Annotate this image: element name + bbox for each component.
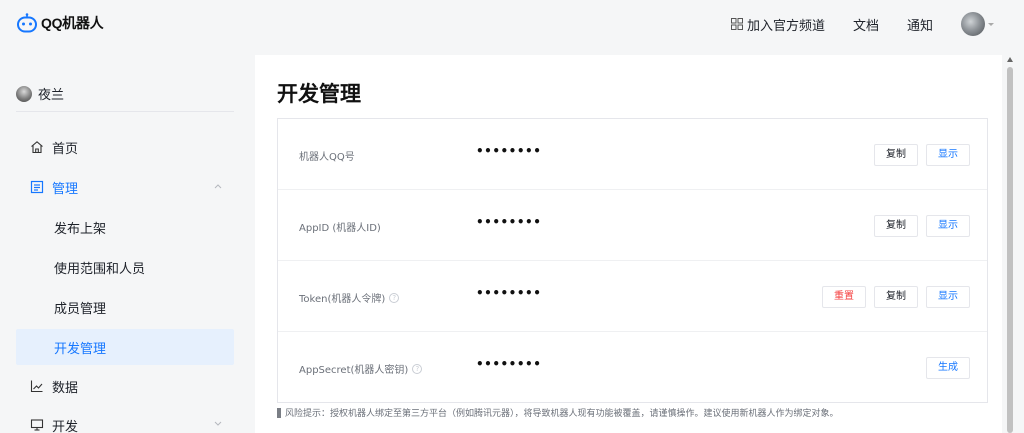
copy-button[interactable]: 复制 bbox=[874, 286, 918, 308]
sidebar-item-label: 使用范围和人员 bbox=[54, 261, 146, 277]
sidebar-item-label: 发布上架 bbox=[54, 221, 107, 237]
generate-button[interactable]: 生成 bbox=[926, 357, 970, 379]
credential-label-text: AppID (机器人ID) bbox=[299, 223, 381, 234]
help-icon[interactable]: ? bbox=[412, 363, 423, 374]
page-title: 开发管理 bbox=[277, 82, 361, 106]
copy-button[interactable]: 复制 bbox=[874, 215, 918, 237]
chevron-up-icon bbox=[214, 184, 222, 189]
chart-icon bbox=[30, 380, 43, 393]
row-actions: 生成 bbox=[918, 357, 970, 379]
join-channel-link[interactable]: 加入官方频道 bbox=[730, 15, 825, 34]
reset-button[interactable]: 重置 bbox=[822, 286, 866, 308]
show-button[interactable]: 显示 bbox=[926, 215, 970, 237]
credential-label-text: 机器人QQ号 bbox=[299, 152, 355, 163]
manage-icon bbox=[30, 180, 44, 194]
credential-row-appsecret: AppSecret(机器人密钥) ? •••••••• 生成 bbox=[278, 332, 987, 403]
home-icon bbox=[31, 141, 43, 154]
divider bbox=[16, 111, 234, 112]
sidebar-item-dev-manage[interactable]: 开发管理 bbox=[16, 329, 234, 365]
credential-value-masked: •••••••• bbox=[476, 357, 542, 371]
risk-notice: 风险提示：授权机器人绑定至第三方平台（例如腾讯元器），将导致机器人现有功能被覆盖… bbox=[277, 406, 839, 419]
warning-bar bbox=[277, 407, 281, 418]
sidebar-item-label: 成员管理 bbox=[54, 301, 107, 317]
credential-row-appid: AppID (机器人ID) •••••••• 复制 显示 bbox=[278, 190, 987, 261]
sidebar-item-develop[interactable]: 开发 bbox=[16, 407, 234, 433]
app-logo[interactable]: QQ机器人 bbox=[16, 13, 104, 33]
notifications-link[interactable]: 通知 bbox=[907, 15, 933, 34]
sidebar-item-data[interactable]: 数据 bbox=[16, 368, 234, 404]
row-actions: 复制 显示 bbox=[866, 144, 970, 166]
credential-row-qq: 机器人QQ号 •••••••• 复制 显示 bbox=[278, 119, 987, 190]
user-avatar-menu[interactable] bbox=[961, 12, 985, 36]
credential-label-text: AppSecret(机器人密钥) bbox=[299, 365, 409, 376]
sidebar: 夜兰 首页 管理 发布上架 使用范围和人员 成员管理 开发管理 数据 开发 bbox=[0, 50, 250, 433]
credential-label: Token(机器人令牌) ? bbox=[299, 290, 400, 305]
show-button[interactable]: 显示 bbox=[926, 286, 970, 308]
sidebar-item-home[interactable]: 首页 bbox=[16, 129, 234, 165]
scroll-up-arrow-icon[interactable] bbox=[1007, 57, 1013, 62]
grid-icon bbox=[730, 18, 743, 30]
main-panel: 开发管理 机器人QQ号 •••••••• 复制 显示 AppID (机器人ID)… bbox=[255, 55, 1002, 433]
sidebar-item-label: 开发管理 bbox=[54, 341, 107, 357]
risk-notice-text: 风险提示：授权机器人绑定至第三方平台（例如腾讯元器），将导致机器人现有功能被覆盖… bbox=[285, 409, 839, 419]
sidebar-item-label: 开发 bbox=[52, 419, 79, 433]
sidebar-item-label: 首页 bbox=[52, 141, 79, 157]
docs-link[interactable]: 文档 bbox=[853, 15, 879, 34]
sidebar-item-members[interactable]: 成员管理 bbox=[16, 289, 234, 325]
row-actions: 复制 显示 bbox=[866, 215, 970, 237]
show-button[interactable]: 显示 bbox=[926, 144, 970, 166]
current-user[interactable]: 夜兰 bbox=[16, 84, 64, 103]
sidebar-item-label: 管理 bbox=[52, 181, 79, 197]
copy-button[interactable]: 复制 bbox=[874, 144, 918, 166]
credential-label-text: Token(机器人令牌) bbox=[299, 294, 386, 305]
row-actions: 重置 复制 显示 bbox=[814, 286, 970, 308]
robot-logo-icon bbox=[17, 13, 37, 33]
credential-row-token: Token(机器人令牌) ? •••••••• 重置 复制 显示 bbox=[278, 261, 987, 332]
sidebar-item-manage[interactable]: 管理 bbox=[16, 169, 234, 205]
credential-value-masked: •••••••• bbox=[476, 286, 542, 300]
join-channel-label: 加入官方频道 bbox=[746, 18, 825, 34]
vertical-scrollbar[interactable] bbox=[1005, 55, 1015, 433]
scroll-thumb[interactable] bbox=[1007, 67, 1013, 433]
monitor-icon bbox=[30, 419, 44, 431]
credential-label: AppSecret(机器人密钥) ? bbox=[299, 361, 423, 376]
sidebar-item-usage-scope[interactable]: 使用范围和人员 bbox=[16, 249, 234, 285]
top-bar: QQ机器人 加入官方频道 文档 通知 bbox=[0, 0, 1024, 50]
credential-label: 机器人QQ号 bbox=[299, 148, 355, 163]
user-name: 夜兰 bbox=[38, 88, 65, 103]
credential-value-masked: •••••••• bbox=[476, 144, 542, 158]
avatar bbox=[16, 85, 32, 102]
sidebar-item-label: 数据 bbox=[52, 380, 79, 396]
logo-text: QQ机器人 bbox=[41, 15, 104, 31]
credential-value-masked: •••••••• bbox=[476, 215, 542, 229]
chevron-down-icon bbox=[214, 421, 222, 426]
chevron-down-icon[interactable] bbox=[988, 22, 994, 26]
sidebar-item-publish[interactable]: 发布上架 bbox=[16, 209, 234, 245]
top-nav: 加入官方频道 文档 通知 bbox=[730, 12, 994, 36]
credential-label: AppID (机器人ID) bbox=[299, 219, 381, 234]
credentials-card: 机器人QQ号 •••••••• 复制 显示 AppID (机器人ID) ••••… bbox=[277, 118, 988, 403]
help-icon[interactable]: ? bbox=[389, 292, 400, 303]
